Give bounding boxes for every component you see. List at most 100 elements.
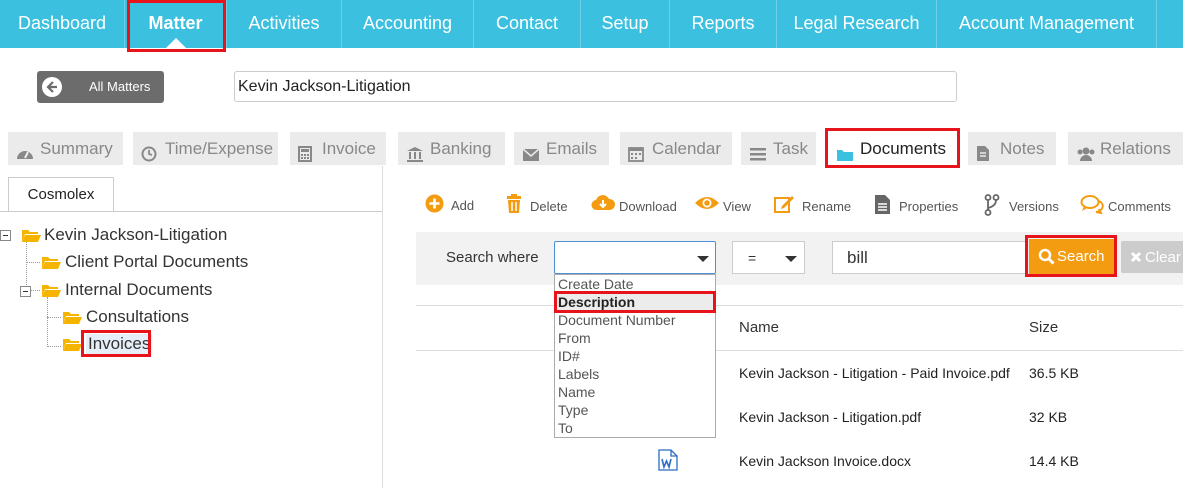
users-icon	[1076, 140, 1095, 161]
row-name[interactable]: Kevin Jackson - Litigation - Paid Invoic…	[739, 365, 1010, 381]
nav-accounting[interactable]: Accounting	[342, 0, 474, 48]
file-properties-icon	[875, 195, 890, 214]
dropdown-option[interactable]: ID#	[558, 348, 580, 364]
search-field-select[interactable]	[554, 241, 716, 274]
collapse-toggle-root[interactable]	[0, 230, 11, 241]
dropdown-option[interactable]: From	[558, 330, 591, 346]
tree-connector	[26, 262, 40, 263]
nav-dashboard[interactable]: Dashboard	[0, 0, 125, 48]
folder-open-icon	[63, 339, 82, 351]
add-button[interactable]: Add	[425, 194, 480, 216]
properties-button[interactable]: Properties	[874, 194, 964, 216]
chevron-down-icon	[785, 256, 797, 262]
dropdown-option-selected[interactable]: Description	[557, 294, 713, 310]
column-header-size[interactable]: Size	[1029, 319, 1058, 336]
row-name[interactable]: Kevin Jackson - Litigation.pdf	[739, 409, 921, 425]
row-size: 36.5 KB	[1029, 365, 1079, 381]
download-label: Download	[619, 199, 677, 214]
calculator-icon	[298, 140, 316, 162]
dropdown-option[interactable]: Name	[558, 384, 595, 400]
tab-cosmolex[interactable]: Cosmolex	[8, 177, 114, 212]
nav-setup[interactable]: Setup	[581, 0, 670, 48]
nav-legal-research[interactable]: Legal Research	[777, 0, 937, 48]
rename-label: Rename	[802, 199, 852, 214]
delete-button[interactable]: Delete	[506, 194, 571, 216]
folder-open-icon	[42, 285, 61, 297]
download-button[interactable]: Download	[591, 194, 681, 216]
tab-time-expense-label: Time/Expense	[165, 139, 274, 158]
tree-item-invoices[interactable]: Invoices	[86, 334, 153, 354]
tab-notes[interactable]: Notes	[968, 132, 1056, 165]
column-header-name[interactable]: Name	[739, 319, 779, 336]
matter-name-field[interactable]: Kevin Jackson-Litigation	[234, 71, 957, 102]
tab-notes-label: Notes	[1000, 139, 1045, 158]
bank-icon	[406, 140, 424, 162]
dropdown-option[interactable]: Document Number	[558, 312, 676, 328]
tab-calendar[interactable]: Calendar	[620, 132, 732, 165]
versions-label: Versions	[1009, 199, 1059, 214]
search-button[interactable]: Search	[1029, 239, 1114, 274]
rename-button[interactable]: Rename	[774, 194, 854, 216]
folder-open-icon	[63, 312, 82, 324]
add-label: Add	[451, 198, 475, 213]
tab-calendar-label: Calendar	[652, 139, 721, 158]
tab-invoice[interactable]: Invoice	[290, 132, 386, 165]
nav-contact[interactable]: Contact	[474, 0, 581, 48]
dropdown-option[interactable]: Type	[558, 402, 588, 418]
tab-summary[interactable]: Summary	[8, 132, 123, 165]
tree-item-internal[interactable]: Internal Documents	[65, 280, 212, 300]
plus-circle-icon	[425, 194, 444, 213]
tree-connector	[47, 297, 48, 347]
search-icon	[1038, 248, 1055, 265]
tree-connector	[47, 346, 61, 347]
versions-button[interactable]: Versions	[984, 194, 1064, 216]
nav-reports[interactable]: Reports	[670, 0, 777, 48]
trash-icon	[507, 194, 521, 213]
nav-account-management[interactable]: Account Management	[937, 0, 1157, 48]
task-list-icon	[749, 140, 767, 161]
folder-icon	[836, 140, 854, 161]
folder-open-icon	[42, 257, 61, 269]
top-nav: Dashboard Matter Activities Accounting C…	[0, 0, 1183, 48]
dropdown-option[interactable]: Create Date	[558, 276, 633, 292]
dropdown-option[interactable]: Labels	[558, 366, 599, 382]
collapse-toggle-internal[interactable]	[20, 286, 31, 297]
close-icon	[1130, 251, 1142, 263]
chevron-down-icon	[697, 256, 709, 262]
all-matters-button[interactable]: All Matters	[37, 71, 164, 103]
dropdown-option[interactable]: To	[558, 420, 573, 436]
search-input[interactable]: bill	[832, 241, 1028, 274]
tree-item-consultations[interactable]: Consultations	[86, 307, 189, 327]
row-name[interactable]: Kevin Jackson Invoice.docx	[739, 453, 911, 469]
operator-select[interactable]: =	[732, 241, 805, 274]
tree-connector	[31, 290, 40, 291]
tree-connector	[47, 317, 61, 318]
view-button[interactable]: View	[694, 194, 754, 216]
comments-button[interactable]: Comments	[1080, 194, 1183, 216]
envelope-icon	[522, 140, 540, 161]
row-size: 14.4 KB	[1029, 453, 1079, 469]
view-label: View	[723, 199, 751, 214]
tree-item-client-portal[interactable]: Client Portal Documents	[65, 252, 248, 272]
tab-banking[interactable]: Banking	[398, 132, 505, 165]
properties-label: Properties	[899, 199, 959, 214]
search-field-dropdown: Create Date Description Document Number …	[554, 274, 716, 438]
search-where-label: Search where	[446, 249, 539, 266]
tab-relations[interactable]: Relations	[1068, 132, 1183, 165]
calendar-icon	[628, 140, 646, 162]
back-arrow-icon	[42, 77, 62, 97]
operator-value: =	[748, 250, 757, 266]
dashboard-gauge-icon	[16, 140, 34, 159]
tree-connector	[26, 241, 27, 289]
tree-item-root[interactable]: Kevin Jackson-Litigation	[44, 225, 227, 245]
folder-open-icon	[22, 230, 41, 242]
table-top-border	[416, 305, 1183, 306]
clear-button[interactable]: Clear	[1121, 241, 1183, 273]
tab-task[interactable]: Task	[741, 132, 816, 165]
tab-time-expense[interactable]: Time/Expense	[133, 132, 278, 165]
tab-documents[interactable]: Documents	[828, 132, 956, 165]
delete-label: Delete	[530, 199, 568, 214]
nav-activities[interactable]: Activities	[227, 0, 342, 48]
search-button-label: Search	[1057, 248, 1105, 265]
tab-emails[interactable]: Emails	[514, 132, 609, 165]
